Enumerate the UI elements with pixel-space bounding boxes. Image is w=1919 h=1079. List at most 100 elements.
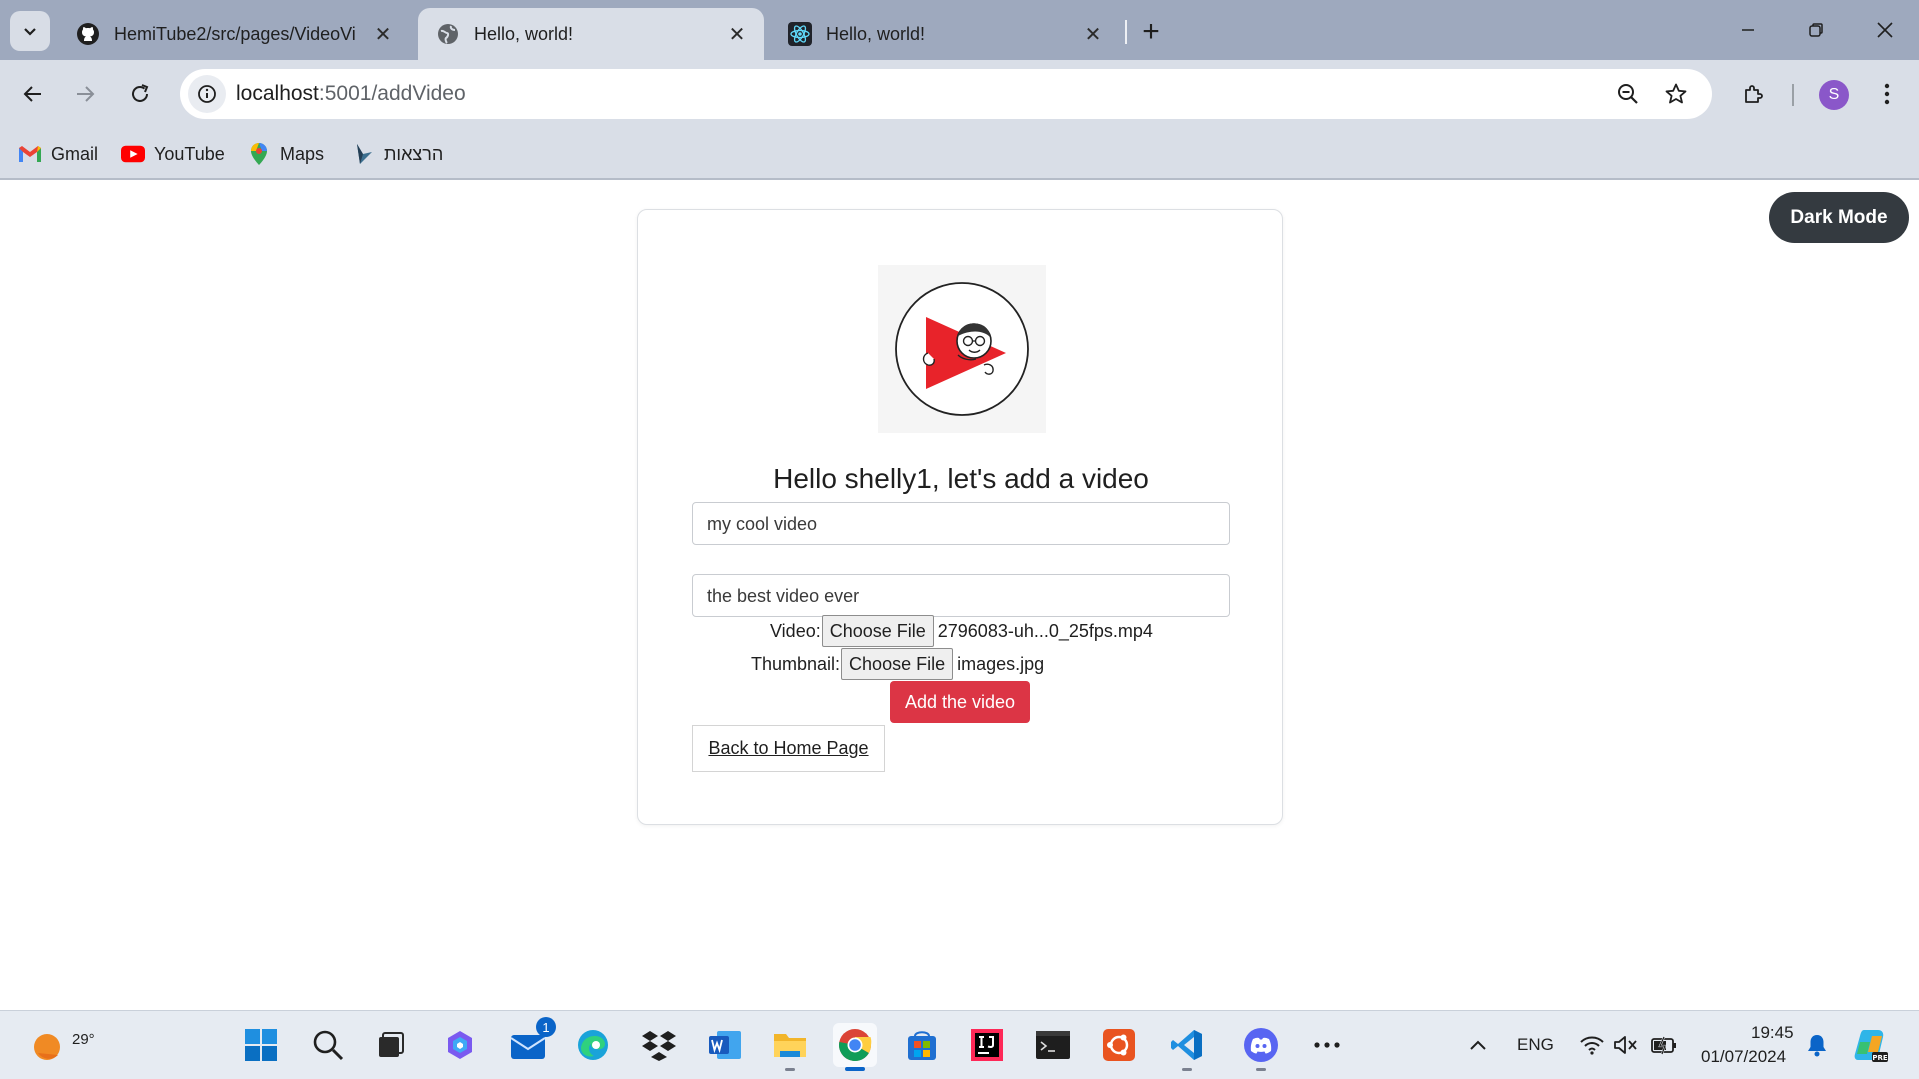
thumbnail-file-name: images.jpg (957, 653, 1045, 674)
profile-avatar[interactable]: S (1819, 80, 1849, 110)
task-view-icon (379, 1032, 404, 1057)
more-horizontal-icon (1314, 1042, 1340, 1048)
bell-icon (1808, 1035, 1826, 1057)
restore-button[interactable] (1794, 10, 1838, 50)
start-button[interactable] (239, 1023, 283, 1067)
page-heading: Hello shelly1, let's add a video (773, 463, 1149, 494)
site-logo (878, 265, 1046, 433)
thumbnail-choose-file-button[interactable]: Choose File (841, 648, 954, 680)
copilot-button[interactable] (438, 1023, 482, 1067)
intellij-app[interactable] (965, 1023, 1009, 1067)
bookmark-label: הרצאות (384, 143, 444, 164)
bookmark-gmail[interactable]: Gmail (18, 139, 98, 169)
volume-muted-icon (1614, 1036, 1637, 1054)
discord-icon (1244, 1028, 1278, 1062)
ubuntu-icon (1103, 1029, 1135, 1061)
video-title-input[interactable]: my cool video (692, 502, 1230, 545)
zoom-out-icon (1618, 84, 1638, 104)
video-file-row: Video: Choose File 2796083-uh...0_25fps.… (770, 615, 1153, 647)
dropbox-app[interactable] (637, 1023, 681, 1067)
clock-date[interactable]: 01/07/2024 (1701, 1047, 1786, 1067)
chevron-up-icon (1470, 1040, 1486, 1050)
wifi-status[interactable] (1576, 1023, 1608, 1067)
close-icon[interactable]: ✕ (726, 23, 748, 46)
vscode-app[interactable] (1165, 1023, 1209, 1071)
minimize-icon (1742, 29, 1754, 31)
video-file-name: 2796083-uh...0_25fps.mp4 (937, 620, 1153, 641)
url-text: localhost:5001/addVideo (236, 82, 466, 106)
terminal-icon (1036, 1031, 1070, 1059)
bookmark-label: Maps (280, 143, 325, 164)
video-choose-file-button[interactable]: Choose File (821, 615, 934, 647)
address-bar[interactable]: localhost:5001/addVideo (180, 69, 1712, 119)
back-to-home-link[interactable]: Back to Home Page (708, 738, 868, 759)
bookmark-maps[interactable]: Maps (247, 139, 324, 169)
task-view-button[interactable] (369, 1023, 413, 1067)
zoom-button[interactable] (1613, 79, 1643, 109)
search-button[interactable] (306, 1023, 350, 1067)
site-info-button[interactable] (188, 75, 226, 113)
tab-separator (1125, 20, 1127, 44)
edge-app[interactable] (571, 1023, 615, 1067)
clock-time[interactable]: 19:45 (1751, 1023, 1794, 1043)
back-button[interactable] (13, 74, 53, 114)
edge-icon (578, 1030, 608, 1060)
menu-button[interactable] (1867, 74, 1907, 114)
bookmark-youtube[interactable]: YouTube (121, 139, 225, 169)
bookmark-lectures[interactable]: הרצאות (351, 139, 443, 169)
close-icon[interactable]: ✕ (1082, 23, 1104, 46)
react-icon (788, 22, 812, 46)
wifi-icon (1580, 1036, 1604, 1055)
tab-search-button[interactable] (10, 11, 50, 51)
mail-app[interactable]: 1 (506, 1017, 556, 1067)
tab-title: HemiTube2/src/pages/VideoVi (114, 23, 356, 44)
info-icon (198, 85, 216, 103)
dark-mode-button[interactable]: Dark Mode (1769, 192, 1909, 243)
tab-hello-world-active[interactable]: Hello, world! ✕ (418, 8, 764, 60)
gmail-icon (18, 143, 42, 165)
notifications-button[interactable] (1801, 1023, 1833, 1067)
language-indicator[interactable]: ENG (1517, 1035, 1554, 1055)
running-indicator (785, 1068, 795, 1071)
bookmark-label: Gmail (51, 143, 99, 164)
svg-text:PRE: PRE (1872, 1054, 1888, 1062)
chrome-icon (839, 1029, 872, 1062)
bookmark-star-button[interactable] (1661, 79, 1691, 109)
weather-widget[interactable]: 29° (24, 1023, 96, 1067)
store-app[interactable] (900, 1023, 944, 1067)
discord-app[interactable] (1239, 1023, 1283, 1071)
video-description-input[interactable]: the best video ever (692, 574, 1230, 617)
new-tab-button[interactable]: + (1133, 14, 1169, 50)
weather-sun-icon (34, 1034, 60, 1060)
mail-badge: 1 (536, 1017, 556, 1037)
tab-hello-world-react[interactable]: Hello, world! ✕ (770, 8, 1120, 60)
more-apps-button[interactable] (1305, 1023, 1349, 1067)
minimize-button[interactable] (1726, 10, 1770, 50)
arrow-left-icon (23, 86, 41, 102)
terminal-app[interactable] (1031, 1023, 1075, 1067)
file-explorer-app[interactable] (768, 1023, 812, 1071)
tray-overflow-button[interactable] (1458, 1023, 1498, 1067)
back-home-container: Back to Home Page (692, 725, 885, 772)
volume-status[interactable] (1610, 1023, 1642, 1067)
extensions-button[interactable] (1734, 74, 1774, 114)
battery-status[interactable] (1648, 1023, 1680, 1067)
add-video-button[interactable]: Add the video (890, 681, 1030, 723)
globe-icon (436, 22, 460, 46)
word-app[interactable] (703, 1023, 747, 1067)
chrome-app[interactable] (833, 1023, 877, 1071)
running-indicator (1182, 1068, 1192, 1071)
forward-button[interactable] (65, 74, 105, 114)
tab-github[interactable]: HemiTube2/src/pages/VideoVi ✕ (58, 8, 410, 60)
toolbar-divider (1792, 84, 1794, 106)
copilot-preview-button[interactable]: PRE (1849, 1023, 1893, 1067)
video-file-label: Video: (770, 620, 821, 641)
github-icon (76, 22, 100, 46)
more-vertical-icon (1884, 83, 1890, 105)
close-icon[interactable]: ✕ (372, 23, 394, 46)
close-window-button[interactable] (1863, 10, 1907, 50)
star-icon (1665, 83, 1687, 104)
reload-button[interactable] (120, 74, 160, 114)
ubuntu-app[interactable] (1097, 1023, 1141, 1067)
youtube-icon (121, 143, 145, 165)
